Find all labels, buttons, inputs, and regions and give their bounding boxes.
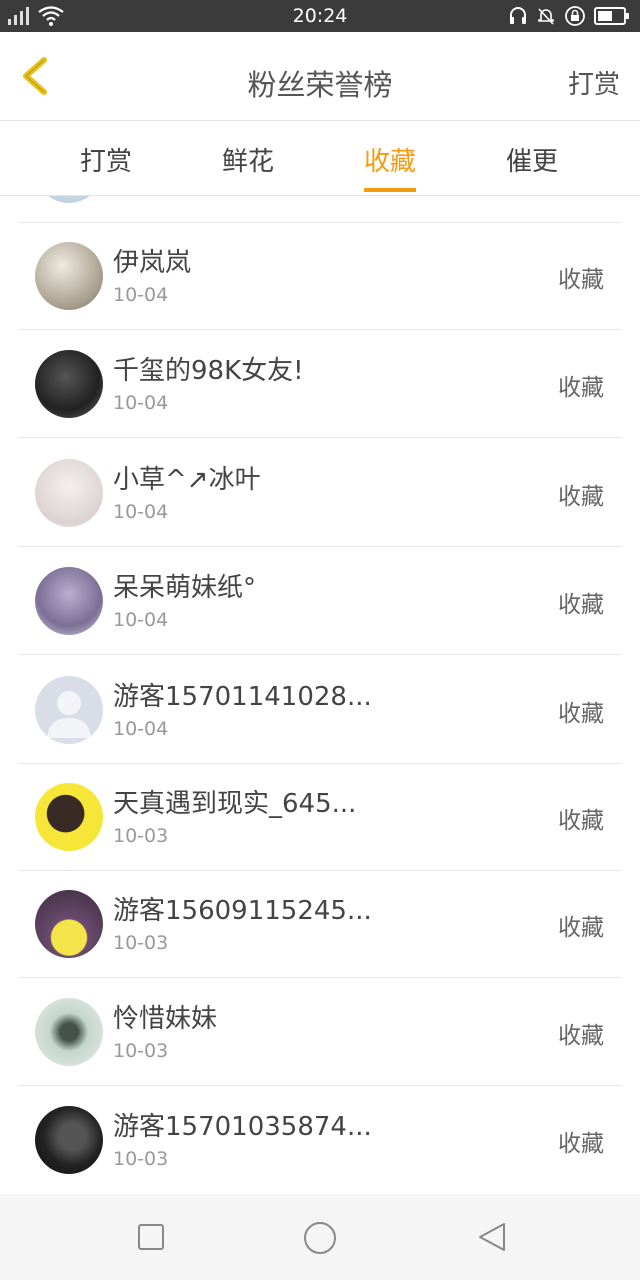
list-item[interactable]: 天真遇到现实_645... 10-03 收藏 — [18, 763, 622, 871]
user-name: 千玺的98K女友! — [113, 356, 304, 386]
favorite-label: 收藏 — [558, 592, 604, 618]
user-name: 游客15609115245... — [113, 896, 372, 926]
favorite-label: 收藏 — [558, 484, 604, 510]
date-label: 10-04 — [113, 609, 169, 631]
favorite-label: 收藏 — [558, 267, 604, 293]
status-bar: 20:24 — [0, 0, 640, 32]
date-label: 10-04 — [113, 718, 169, 740]
tab-favorites[interactable]: 收藏 — [364, 141, 417, 192]
tab-label: 打赏 — [80, 147, 133, 177]
favorite-label: 收藏 — [558, 375, 604, 401]
date-label: 10-03 — [113, 825, 169, 847]
tab-reward[interactable]: 打赏 — [80, 141, 132, 178]
user-name: 天真遇到现实_645... — [113, 789, 357, 819]
favorite-label: 收藏 — [558, 1131, 604, 1157]
user-name: 伊岚岚 — [113, 248, 192, 278]
avatar — [35, 242, 103, 310]
date-label: 10-04 — [113, 392, 169, 414]
list-item[interactable]: 怜惜妹妹 10-03 收藏 — [18, 978, 622, 1086]
battery-icon — [594, 7, 629, 25]
tab-label: 催更 — [506, 147, 559, 177]
system-nav-bar — [0, 1194, 640, 1280]
user-name: 怜惜妹妹 — [113, 1004, 218, 1034]
tab-flowers[interactable]: 鲜花 — [222, 141, 274, 178]
home-icon[interactable] — [302, 1220, 338, 1256]
avatar — [35, 783, 103, 851]
avatar — [35, 567, 103, 635]
list-item[interactable]: 游客15701141028... 10-04 收藏 — [18, 656, 622, 764]
fan-list[interactable]: 伊岚岚 10-04 收藏 千玺的98K女友! 10-04 收藏 小草^↗冰叶 1… — [18, 196, 622, 1192]
avatar — [35, 350, 103, 418]
list-item[interactable] — [18, 196, 622, 223]
default-avatar — [35, 676, 103, 744]
headphones-icon — [510, 7, 526, 24]
tab-bar: 打赏 鲜花 收藏 催更 — [0, 121, 640, 196]
list-item[interactable]: 呆呆萌妹纸° 10-04 收藏 — [18, 547, 622, 655]
status-right-icons — [508, 5, 630, 27]
list-item[interactable]: 伊岚岚 10-04 收藏 — [18, 222, 622, 330]
avatar — [35, 998, 103, 1066]
recent-apps-icon[interactable] — [137, 1223, 165, 1251]
avatar — [35, 890, 103, 958]
favorite-label: 收藏 — [558, 915, 604, 941]
user-name: 游客15701141028... — [113, 682, 372, 712]
list-item[interactable]: 游客15609115245... 10-03 收藏 — [18, 870, 622, 978]
app-header: 粉丝荣誉榜 打赏 — [0, 32, 640, 121]
rotation-lock-icon — [565, 6, 585, 26]
list-item[interactable]: 游客15701035874... 10-03 收藏 — [18, 1086, 622, 1192]
user-name: 游客15701035874... — [113, 1112, 372, 1142]
list-item[interactable]: 千玺的98K女友! 10-04 收藏 — [18, 330, 622, 438]
favorite-label: 收藏 — [558, 1023, 604, 1049]
tab-label: 收藏 — [364, 147, 417, 177]
back-icon[interactable] — [476, 1221, 508, 1253]
date-label: 10-03 — [113, 932, 169, 954]
date-label: 10-03 — [113, 1040, 169, 1062]
mute-bell-icon — [538, 8, 554, 25]
user-silhouette-icon — [47, 691, 91, 738]
date-label: 10-03 — [113, 1148, 169, 1170]
user-name: 呆呆萌妹纸° — [113, 573, 257, 603]
avatar — [35, 1106, 103, 1174]
avatar — [35, 196, 103, 203]
avatar — [35, 459, 103, 527]
tab-label: 鲜花 — [222, 147, 275, 177]
tab-urge-update[interactable]: 催更 — [506, 141, 558, 178]
favorite-label: 收藏 — [558, 808, 604, 834]
date-label: 10-04 — [113, 284, 169, 306]
date-label: 10-04 — [113, 501, 169, 523]
page-title: 粉丝荣誉榜 — [247, 68, 393, 102]
reward-button[interactable]: 打赏 — [568, 64, 620, 101]
favorite-label: 收藏 — [558, 701, 604, 727]
user-name: 小草^↗冰叶 — [113, 465, 261, 495]
active-tab-indicator — [364, 188, 417, 192]
list-item[interactable]: 小草^↗冰叶 10-04 收藏 — [18, 439, 622, 547]
